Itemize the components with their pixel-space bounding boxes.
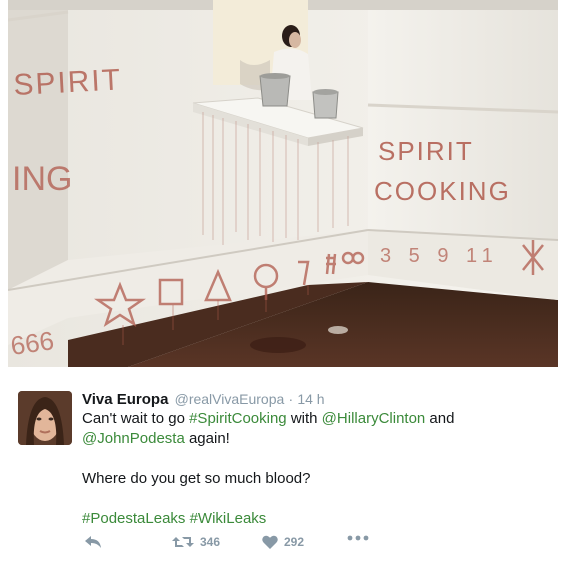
separator-dot: · [288, 391, 294, 407]
tweet[interactable]: Viva Europa @realVivaEuropa · 14 h Can't… [0, 367, 572, 563]
avatar[interactable] [18, 391, 72, 445]
mention-hillaryclinton[interactable]: @HillaryClinton [322, 410, 426, 427]
wall-text-left-ng: ING [12, 160, 72, 198]
hashtag-spiritcooking[interactable]: #SpiritCooking [189, 410, 287, 427]
text-segment: Can't wait to go [82, 410, 190, 427]
tweet-media-photo[interactable]: SPIRIT ING SPIRIT COOKING 3 5 9 11 666 [8, 0, 558, 367]
display-name[interactable]: Viva Europa [82, 391, 168, 408]
tweet-line-2: @JohnPodesta again! [82, 429, 542, 449]
mention-johnpodesta[interactable]: @JohnPodesta [82, 430, 185, 447]
tweet-text: Can't wait to go #SpiritCooking with @Hi… [82, 409, 542, 529]
reply-icon [85, 536, 101, 548]
tweet-line-1: Can't wait to go #SpiritCooking with @Hi… [82, 409, 542, 429]
tweet-header: Viva Europa @realVivaEuropa · 14 h [82, 391, 325, 408]
wall-666: 666 [9, 325, 56, 361]
more-button[interactable] [347, 535, 369, 541]
hashtag-wikileaks[interactable]: #WikiLeaks [190, 510, 267, 527]
tweet-line-4: #PodestaLeaks #WikiLeaks [82, 509, 542, 529]
avatar-image [18, 391, 72, 445]
tweet-timestamp[interactable]: 14 h [297, 391, 324, 407]
reply-button[interactable] [84, 535, 102, 549]
gallery-room-image: SPIRIT ING SPIRIT COOKING 3 5 9 11 666 [8, 0, 558, 367]
retweet-button[interactable]: 346 [172, 535, 220, 549]
like-button[interactable]: 292 [262, 535, 304, 549]
hashtag-podestaleaks[interactable]: #PodestaLeaks [82, 510, 185, 527]
heart-icon [262, 535, 278, 549]
wall-text-cooking: COOKING [374, 176, 511, 206]
more-icon [347, 535, 369, 541]
wall-text-left: SPIRIT [13, 63, 123, 102]
wall-numbers: 3 5 9 11 [380, 245, 499, 267]
text-segment: and [425, 410, 455, 427]
like-count: 292 [284, 535, 305, 549]
text-segment: again! [184, 430, 230, 447]
text-segment: with [286, 410, 322, 427]
retweet-count: 346 [200, 535, 221, 549]
retweet-icon [172, 537, 194, 547]
tweet-line-3: Where do you get so much blood? [82, 470, 311, 487]
wall-text-spirit: SPIRIT [378, 136, 474, 166]
user-handle[interactable]: @realVivaEuropa [175, 391, 285, 407]
